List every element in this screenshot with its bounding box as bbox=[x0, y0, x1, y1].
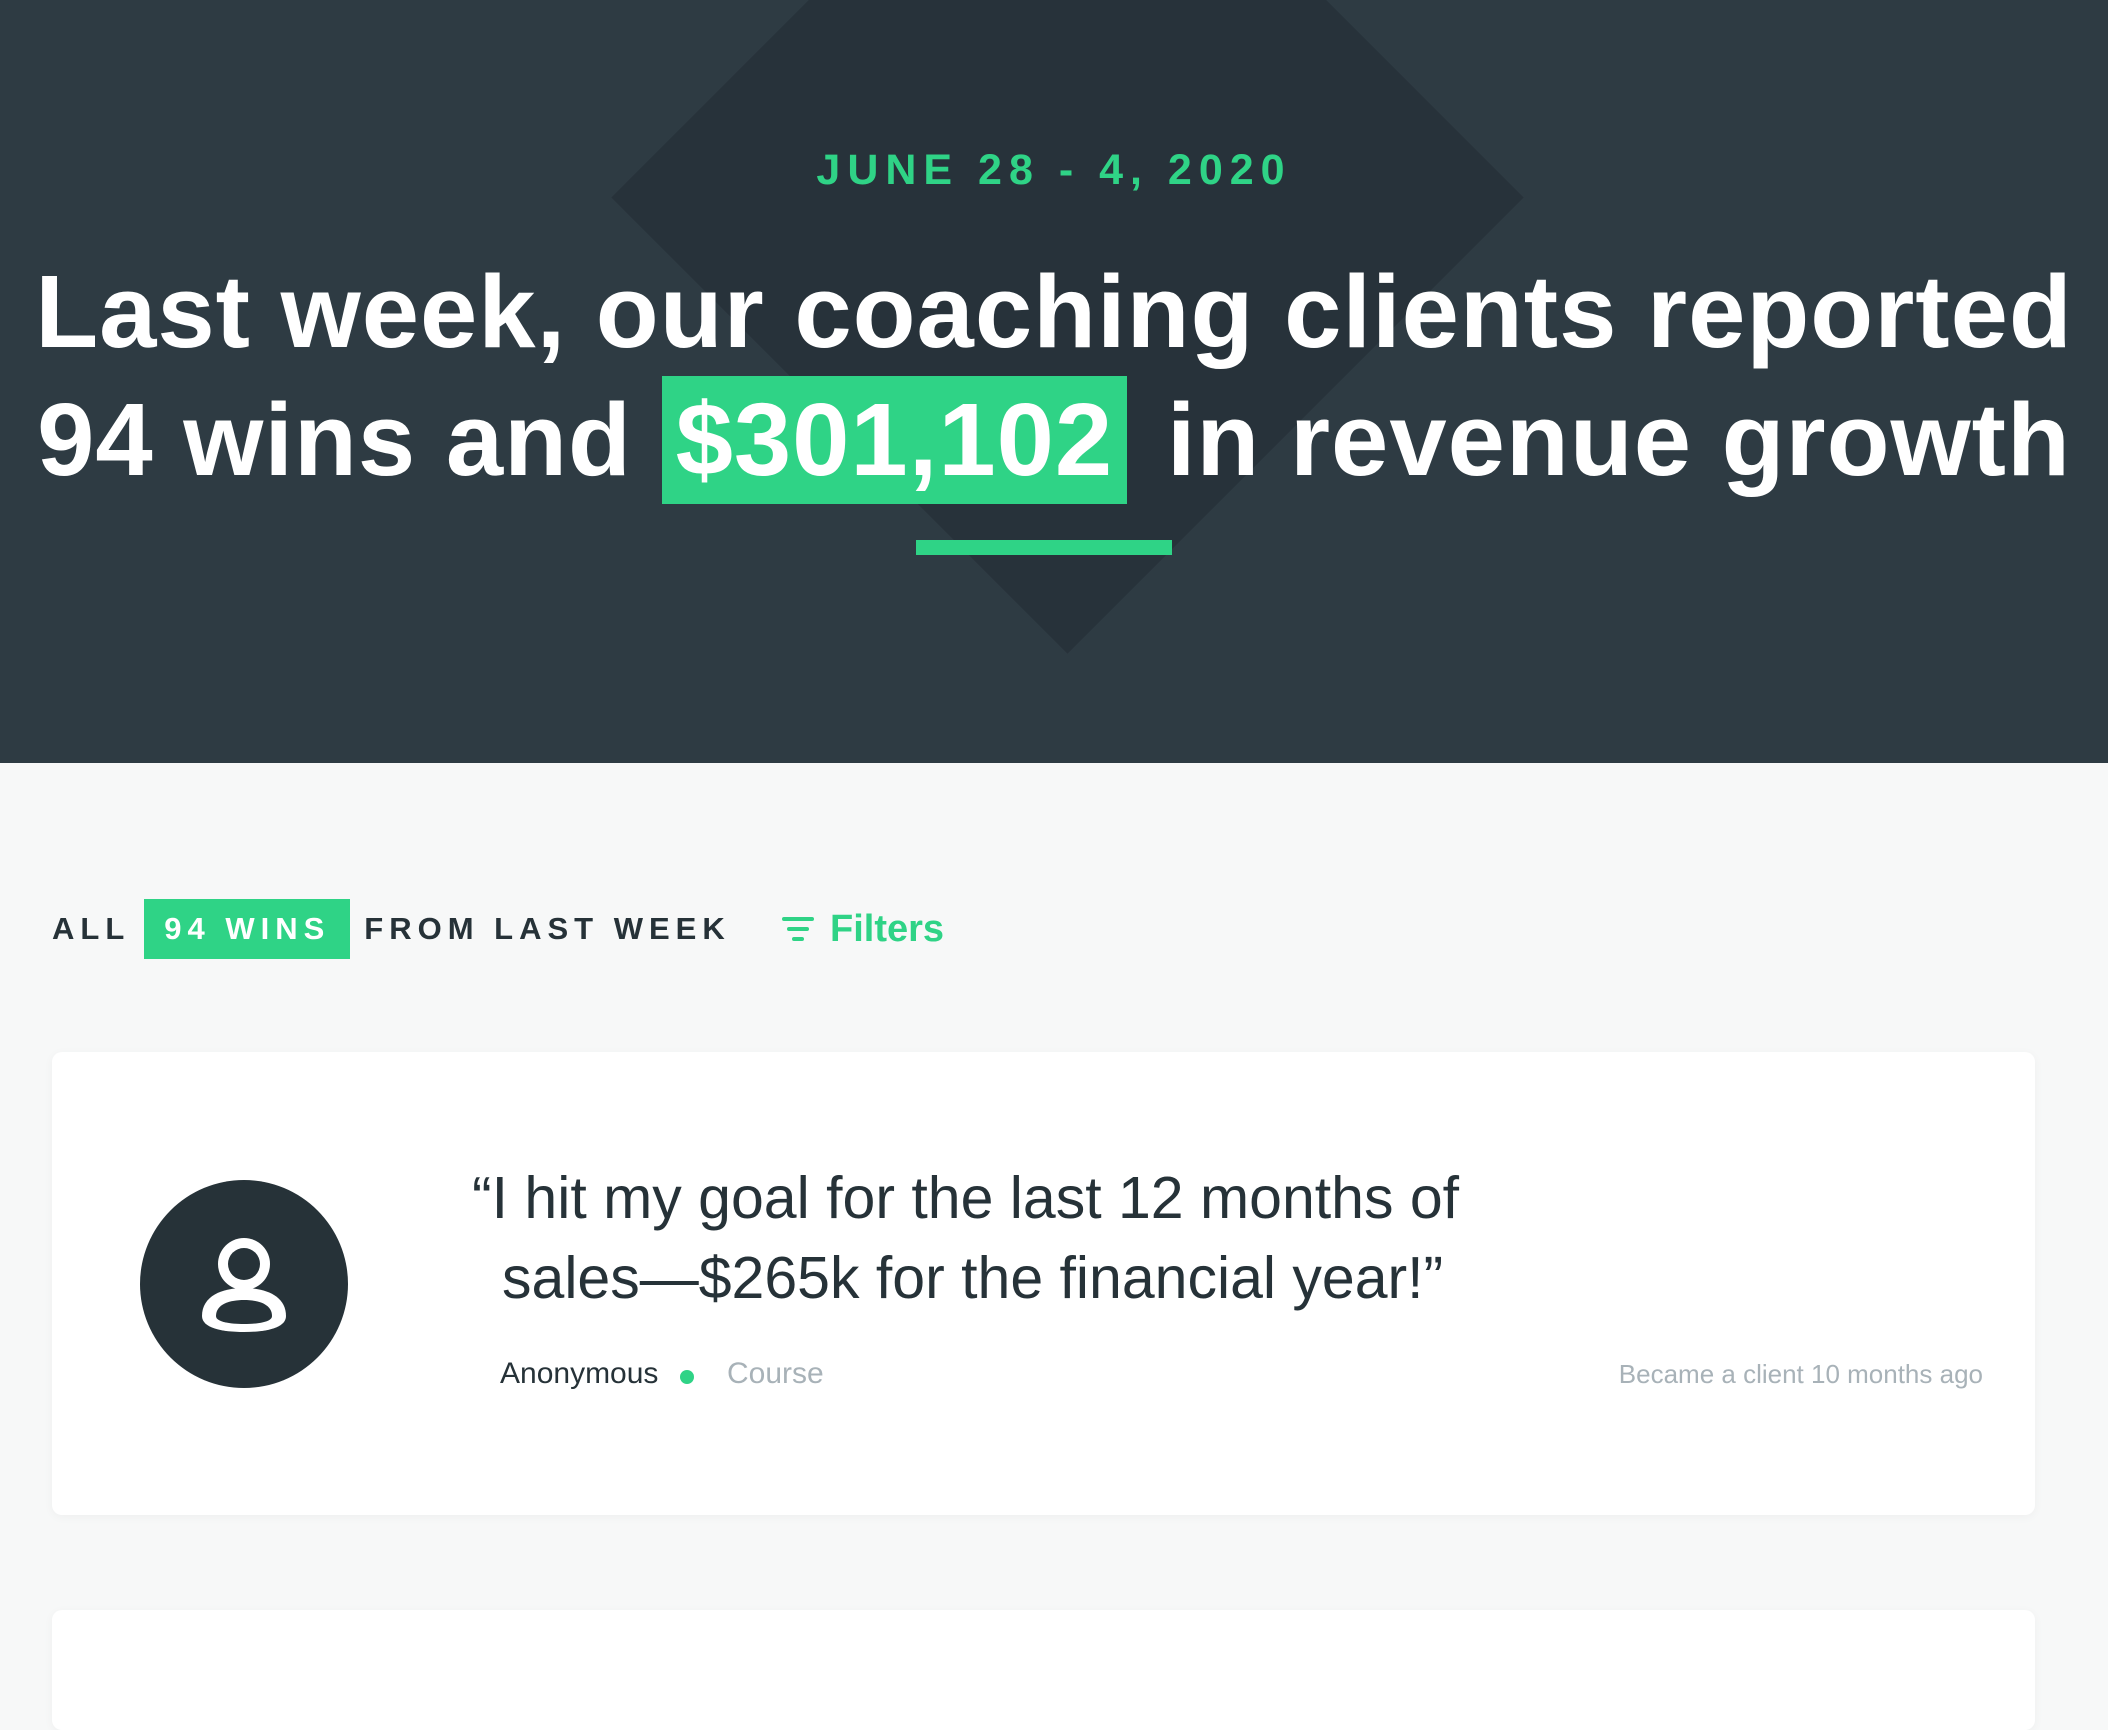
win-quote-line-1: “I hit my goal for the last 12 months of bbox=[472, 1165, 1460, 1231]
wins-count-badge: 94 WINS bbox=[144, 899, 351, 959]
win-category: Course bbox=[727, 1357, 824, 1390]
win-card: “I hit my goal for the last 12 months of… bbox=[52, 1052, 2035, 1515]
client-since: Became a client 10 months ago bbox=[1618, 1359, 1983, 1389]
avatar bbox=[140, 1180, 348, 1388]
filters-label: Filters bbox=[830, 907, 945, 950]
win-quote: “I hit my goal for the last 12 months of… bbox=[472, 1158, 1622, 1318]
wins-summary-bar: ALL 94 WINS FROM LAST WEEK bbox=[52, 899, 731, 959]
win-quote-line-2: sales—$265k for the financial year!” bbox=[502, 1245, 1444, 1311]
wins-prefix: ALL bbox=[52, 911, 131, 946]
hero-revenue-amount: $301,102 bbox=[661, 376, 1128, 504]
hero-title-suffix: in revenue growth bbox=[1166, 382, 2071, 497]
win-author: Anonymous bbox=[500, 1357, 659, 1390]
hero-banner: JUNE 28 - 4, 2020 Last week, our coachin… bbox=[0, 0, 2108, 763]
hero-title-line-2: 94 wins and $301,102 in revenue growth bbox=[0, 376, 2108, 504]
win-card-next bbox=[52, 1610, 2035, 1730]
hero-underline-divider bbox=[916, 540, 1172, 555]
user-silhouette-icon bbox=[202, 1238, 286, 1332]
hero-date-range: JUNE 28 - 4, 2020 bbox=[816, 146, 1292, 194]
filter-lines-icon bbox=[782, 917, 814, 941]
wins-suffix: FROM LAST WEEK bbox=[364, 911, 731, 946]
separator-dot bbox=[680, 1370, 694, 1384]
hero-title-line-1: Last week, our coaching clients reported bbox=[35, 254, 2073, 369]
hero-title: Last week, our coaching clients reported… bbox=[0, 248, 2108, 504]
filters-button[interactable]: Filters bbox=[782, 899, 944, 959]
hero-title-prefix: 94 wins and bbox=[37, 382, 632, 497]
